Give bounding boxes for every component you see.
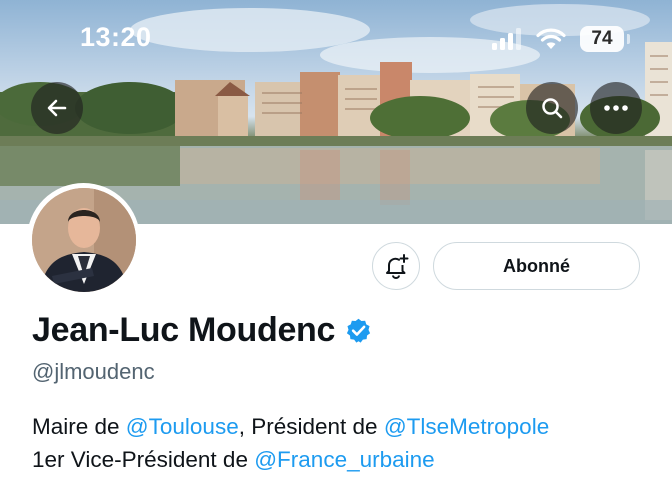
bio-line-1: Maire de @Toulouse, Président de @TlseMe…	[32, 410, 662, 443]
bell-plus-icon	[386, 254, 409, 279]
profile-handle: @jlmoudenc	[32, 359, 155, 384]
bio-text: , Président de	[238, 414, 384, 439]
battery-indicator: 74	[580, 26, 630, 52]
more-horizontal-icon	[604, 105, 628, 111]
search-button[interactable]	[526, 82, 578, 134]
status-bar-icons: 74	[492, 24, 630, 54]
display-name: Jean-Luc Moudenc	[32, 311, 336, 349]
profile-avatar[interactable]	[27, 183, 140, 296]
back-button[interactable]	[31, 82, 83, 134]
bio-text: 1er Vice-Président de	[32, 447, 255, 472]
profile-bio: Maire de @Toulouse, Président de @TlseMe…	[32, 410, 662, 476]
mention-link-france-urbaine[interactable]: @France_urbaine	[254, 447, 434, 472]
avatar-photo	[31, 187, 136, 292]
verified-badge-icon[interactable]	[345, 317, 372, 344]
wifi-icon	[536, 28, 566, 49]
bio-text: Maire de	[32, 414, 126, 439]
mention-link-toulouse[interactable]: @Toulouse	[126, 414, 239, 439]
following-button[interactable]: Abonné	[433, 242, 640, 290]
mention-link-tlsemetropole[interactable]: @TlseMetropole	[384, 414, 549, 439]
arrow-left-icon	[47, 99, 67, 117]
cellular-signal-icon	[492, 28, 521, 50]
person-portrait-icon	[31, 187, 136, 292]
more-options-button[interactable]	[590, 82, 642, 134]
status-bar-time: 13:20	[80, 22, 152, 52]
search-icon	[542, 98, 563, 119]
bio-line-2: 1er Vice-Président de @France_urbaine	[32, 443, 662, 476]
profile-name-row: Jean-Luc Moudenc	[32, 311, 372, 350]
notifications-toggle-button[interactable]	[372, 242, 420, 290]
